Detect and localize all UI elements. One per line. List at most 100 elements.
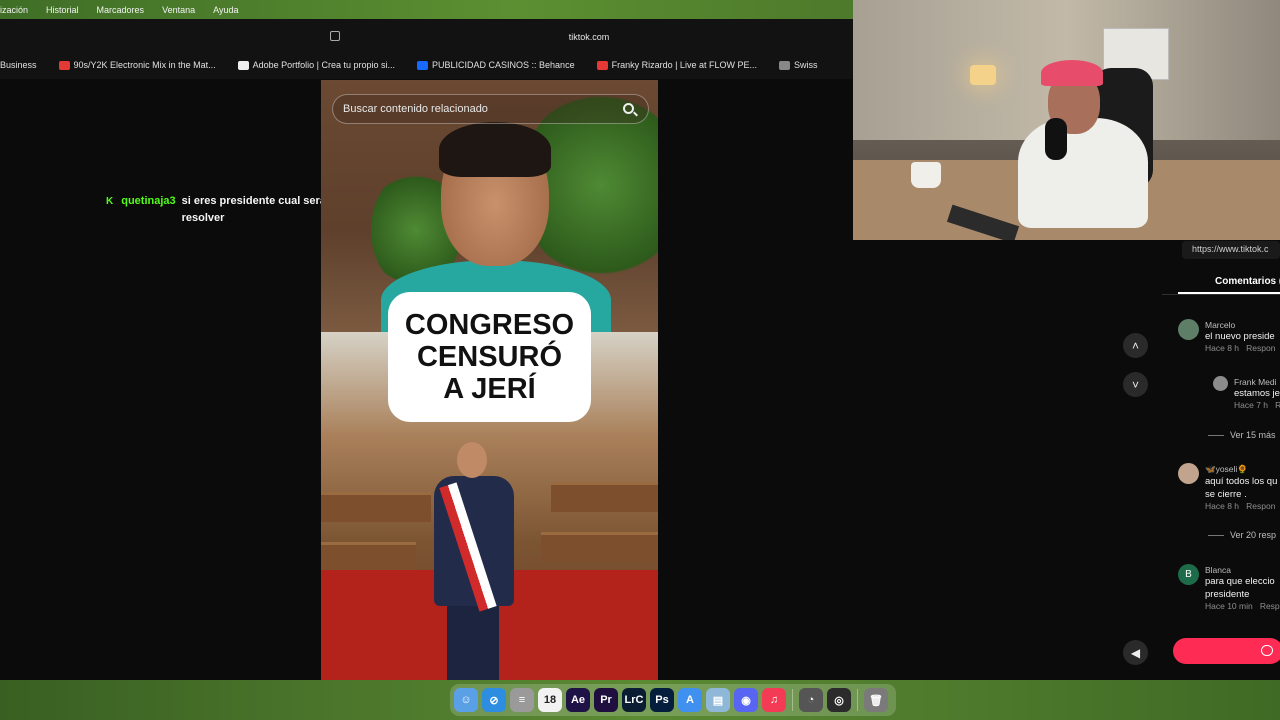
- app-store-icon[interactable]: A: [678, 688, 702, 712]
- address-bar[interactable]: tiktok.com: [324, 27, 854, 47]
- obs-icon[interactable]: ◎: [827, 688, 851, 712]
- reply-button[interactable]: Respon: [1246, 501, 1275, 511]
- notes-icon[interactable]: ≡: [510, 688, 534, 712]
- congress-bench: [551, 482, 658, 512]
- address-bar-url: tiktok.com: [568, 32, 610, 42]
- comment-meta: Hace 8 h Respon: [1205, 343, 1275, 353]
- bookmark-label: Adobe Portfolio | Crea tu propio si...: [252, 60, 396, 70]
- youtube-icon: [596, 60, 608, 70]
- comment-time: Hace 10 min: [1205, 601, 1253, 611]
- chevron-down-icon: ˅: [1131, 377, 1139, 392]
- calendar-icon[interactable]: 18: [538, 688, 562, 712]
- adobe-portfolio-icon: [237, 60, 249, 70]
- comment-author[interactable]: Marcelo: [1205, 320, 1275, 330]
- avatar[interactable]: [1178, 463, 1199, 484]
- congress-bench: [321, 492, 431, 522]
- bookmark-label: Business: [0, 60, 37, 70]
- view-more-replies-button[interactable]: Ver 15 más: [1208, 430, 1276, 440]
- behance-icon: [417, 60, 429, 70]
- bookmark-youtube-mix[interactable]: 90s/Y2K Electronic Mix in the Mat...: [58, 60, 216, 70]
- menu-item-bookmarks[interactable]: Marcadores: [88, 5, 154, 15]
- bookmark-label: PUBLICIDAD CASINOS :: Behance: [432, 60, 575, 70]
- comment-time: Hace 8 h: [1205, 501, 1240, 511]
- avatar[interactable]: B: [1178, 564, 1199, 585]
- president-head: [457, 442, 487, 478]
- photoshop-icon[interactable]: Ps: [650, 688, 674, 712]
- next-video-button[interactable]: ˅: [1123, 372, 1148, 397]
- reply-item: Frank Medi estamos je Hace 7 h R: [1234, 377, 1280, 410]
- comment-text: para que eleccio: [1205, 576, 1275, 587]
- comment-text: presidente: [1205, 589, 1250, 600]
- bookmark-label: Franky Rizardo | Live at FLOW PE...: [611, 60, 757, 70]
- comment-text: el nuevo preside: [1205, 331, 1275, 342]
- bookmark-business[interactable]: Business: [0, 60, 37, 70]
- bookmarks-bar: Business 90s/Y2K Electronic Mix in the M…: [0, 57, 839, 73]
- congress-bench: [321, 542, 416, 572]
- bookmark-label: 90s/Y2K Electronic Mix in the Mat...: [73, 60, 216, 70]
- preview-icon[interactable]: ▤: [706, 688, 730, 712]
- youtube-icon: [58, 60, 70, 70]
- reply-button[interactable]: R: [1275, 400, 1280, 410]
- browser-chrome: tiktok.com Business 90s/Y2K Electronic M…: [0, 19, 853, 79]
- president-legs: [447, 602, 499, 680]
- screen: ización Historial Marcadores Ventana Ayu…: [0, 0, 1280, 720]
- lightroom-classic-icon[interactable]: LrC: [622, 688, 646, 712]
- comment-text: se cierre .: [1205, 489, 1247, 500]
- chevron-up-icon: ˄: [1131, 338, 1139, 353]
- swiss-icon: [778, 60, 790, 70]
- volume-button[interactable]: ◀: [1123, 640, 1148, 665]
- bookmark-label: Swiss: [793, 60, 818, 70]
- bookmark-adobe-portfolio[interactable]: Adobe Portfolio | Crea tu propio si...: [237, 60, 396, 70]
- bookmark-swiss[interactable]: Swiss: [778, 60, 818, 70]
- president-figure: [419, 442, 529, 680]
- finder-icon[interactable]: ☺: [454, 688, 478, 712]
- comment-meta: Hace 8 h Respon: [1205, 501, 1277, 511]
- comment-meta: Hace 10 min Resp: [1205, 601, 1280, 611]
- avatar[interactable]: [1178, 319, 1199, 340]
- reply-button[interactable]: Resp: [1260, 601, 1280, 611]
- microphone: [1045, 118, 1067, 160]
- comment-item: Marcelo el nuevo preside Hace 8 h Respon: [1205, 320, 1275, 353]
- menu-item-view[interactable]: ización: [0, 5, 37, 15]
- activity-icon[interactable]: ◔: [799, 688, 823, 712]
- bookmark-franky-rizardo[interactable]: Franky Rizardo | Live at FLOW PE...: [596, 60, 757, 70]
- comment-input-button[interactable]: [1173, 638, 1280, 664]
- comment-author[interactable]: 🦋yoseli🌻: [1205, 464, 1277, 475]
- video-title-overlay: CONGRESO CENSURÓ A JERÍ: [388, 292, 591, 422]
- chat-username[interactable]: quetinaja3: [121, 193, 175, 227]
- trash-icon[interactable]: 🗑: [864, 688, 888, 712]
- comment-author[interactable]: Blanca: [1205, 565, 1280, 575]
- tab-comments[interactable]: Comentarios (: [1178, 276, 1280, 287]
- search-icon[interactable]: [623, 103, 634, 114]
- after-effects-icon[interactable]: Ae: [566, 688, 590, 712]
- menu-bar: ización Historial Marcadores Ventana Ayu…: [0, 0, 853, 19]
- bookmark-behance[interactable]: PUBLICIDAD CASINOS :: Behance: [417, 60, 575, 70]
- comment-text: aquí todos los qu: [1205, 476, 1278, 487]
- safari-icon[interactable]: ⊘: [482, 688, 506, 712]
- webcam-feed: [853, 0, 1280, 240]
- more-replies-label: Ver 20 resp: [1230, 530, 1277, 540]
- related-search-input[interactable]: Buscar contenido relacionado: [332, 94, 649, 124]
- more-replies-label: Ver 15 más: [1230, 430, 1276, 440]
- streamer-cap: [1041, 60, 1103, 86]
- kick-badge-icon: K: [106, 196, 114, 207]
- menu-item-history[interactable]: Historial: [37, 5, 88, 15]
- presenter-hair: [439, 122, 551, 177]
- menu-item-help[interactable]: Ayuda: [204, 5, 247, 15]
- previous-video-button[interactable]: ˄: [1123, 333, 1148, 358]
- discord-icon[interactable]: ◉: [734, 688, 758, 712]
- site-settings-icon[interactable]: [330, 31, 340, 41]
- menu-item-window[interactable]: Ventana: [153, 5, 204, 15]
- divider: [1162, 294, 1280, 295]
- avatar[interactable]: [1213, 376, 1228, 391]
- reply-button[interactable]: Respon: [1246, 343, 1275, 353]
- mug: [911, 162, 941, 188]
- avatar-initial: B: [1185, 569, 1192, 580]
- comment-time: Hace 8 h: [1205, 343, 1240, 353]
- premiere-icon[interactable]: Pr: [594, 688, 618, 712]
- comment-item: 🦋yoseli🌻 aquí todos los qu se cierre . H…: [1205, 464, 1277, 511]
- music-icon[interactable]: ♫: [762, 688, 786, 712]
- comment-author[interactable]: Frank Medi: [1234, 377, 1280, 387]
- view-more-replies-button[interactable]: Ver 20 resp: [1208, 530, 1276, 540]
- comment-item: Blanca para que eleccio presidente Hace …: [1205, 565, 1280, 611]
